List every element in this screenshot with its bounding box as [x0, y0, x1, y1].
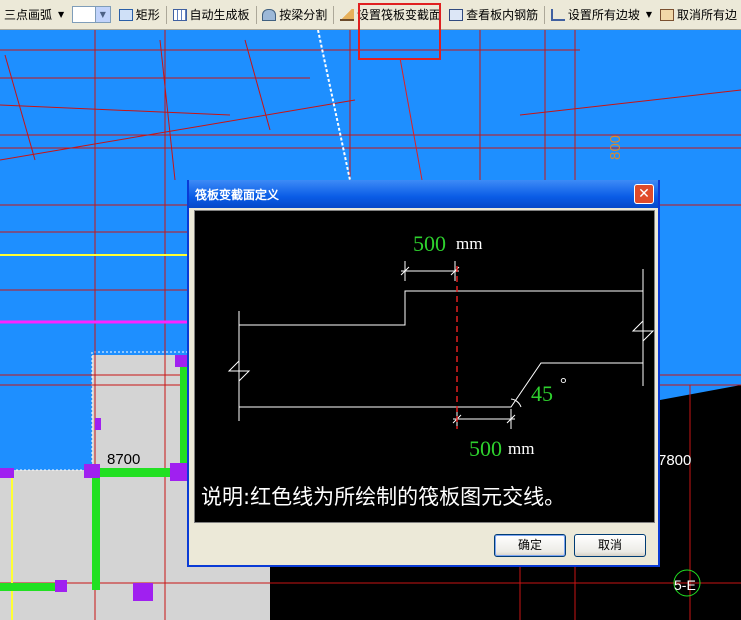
- view-slab-rebar-label: 查看板内钢筋: [466, 8, 539, 22]
- slab-bottom-edge: [239, 362, 643, 408]
- style-combo[interactable]: ▼: [72, 6, 111, 23]
- close-icon: ✕: [638, 186, 650, 202]
- rectangle-label: 矩形: [135, 8, 160, 22]
- grid-icon: [172, 8, 187, 21]
- dim-text-right: 7800: [658, 452, 691, 469]
- slab-top-edge: [239, 290, 643, 326]
- cancel-all-slopes-label: 取消所有边: [676, 8, 737, 22]
- section-diagram: 500 mm 45 ° 500 mm: [227, 231, 655, 461]
- rectangle-button[interactable]: 矩形: [115, 4, 164, 26]
- dim-text-left: 8700: [107, 451, 140, 468]
- slope-edge-icon: [550, 8, 565, 21]
- close-button[interactable]: ✕: [634, 184, 654, 204]
- toolbar-separator: [255, 5, 257, 24]
- auto-generate-slab-button[interactable]: 自动生成板: [169, 4, 254, 26]
- axis-label: 5-E: [674, 577, 696, 593]
- set-all-slopes-label: 设置所有边坡: [567, 8, 640, 22]
- set-all-slopes-button[interactable]: 设置所有边坡 ▼: [547, 4, 656, 26]
- angle-value: 45: [531, 381, 553, 406]
- slab-black-region: [660, 385, 741, 620]
- cancel-all-slopes-button[interactable]: 取消所有边: [656, 4, 741, 26]
- angle-unit: °: [560, 374, 567, 393]
- angle-arc: [510, 398, 522, 408]
- ok-button[interactable]: 确定: [494, 534, 566, 557]
- dim-bottom-unit: mm: [508, 439, 534, 458]
- three-point-arc-button[interactable]: 三点画弧 ▼: [0, 4, 68, 26]
- dialog-note: 说明:红色线为所绘制的筏板图元交线。: [201, 485, 566, 509]
- cancel-button[interactable]: 取消: [574, 534, 646, 557]
- split-by-beam-label: 按梁分割: [279, 8, 328, 22]
- chevron-down-icon[interactable]: ▼: [94, 7, 110, 22]
- rebar-view-icon: [449, 8, 464, 21]
- chevron-down-icon[interactable]: ▼: [58, 10, 64, 19]
- split-icon: [262, 8, 277, 21]
- view-slab-rebar-button[interactable]: 查看板内钢筋: [445, 4, 542, 26]
- dim-top-value: 500: [413, 231, 446, 256]
- split-by-beam-button[interactable]: 按梁分割: [258, 4, 331, 26]
- toolbar-separator: [165, 5, 167, 24]
- dim-top-unit: mm: [456, 234, 482, 253]
- three-point-arc-label: 三点画弧: [4, 8, 53, 22]
- highlight-box: [358, 3, 441, 60]
- cancel-slope-icon: [659, 8, 674, 21]
- dim-text-top: 800: [607, 135, 624, 160]
- slope-icon: [340, 8, 355, 21]
- rectangle-icon: [118, 8, 133, 21]
- dialog-title-bar[interactable]: 筏板变截面定义 ✕: [189, 180, 658, 208]
- toolbar-separator: [544, 5, 545, 24]
- auto-generate-slab-label: 自动生成板: [189, 8, 250, 22]
- variable-section-dialog: 筏板变截面定义 ✕ 500 mm 45 ° 500 mm 说明:红色线为所绘制的…: [187, 180, 660, 567]
- dim-bottom-value: 500: [469, 436, 502, 461]
- dialog-title: 筏板变截面定义: [195, 187, 280, 202]
- chevron-down-icon[interactable]: ▼: [646, 10, 652, 19]
- section-preview: 500 mm 45 ° 500 mm 说明:红色线为所绘制的筏板图元交线。: [194, 210, 655, 523]
- toolbar-separator: [333, 5, 335, 24]
